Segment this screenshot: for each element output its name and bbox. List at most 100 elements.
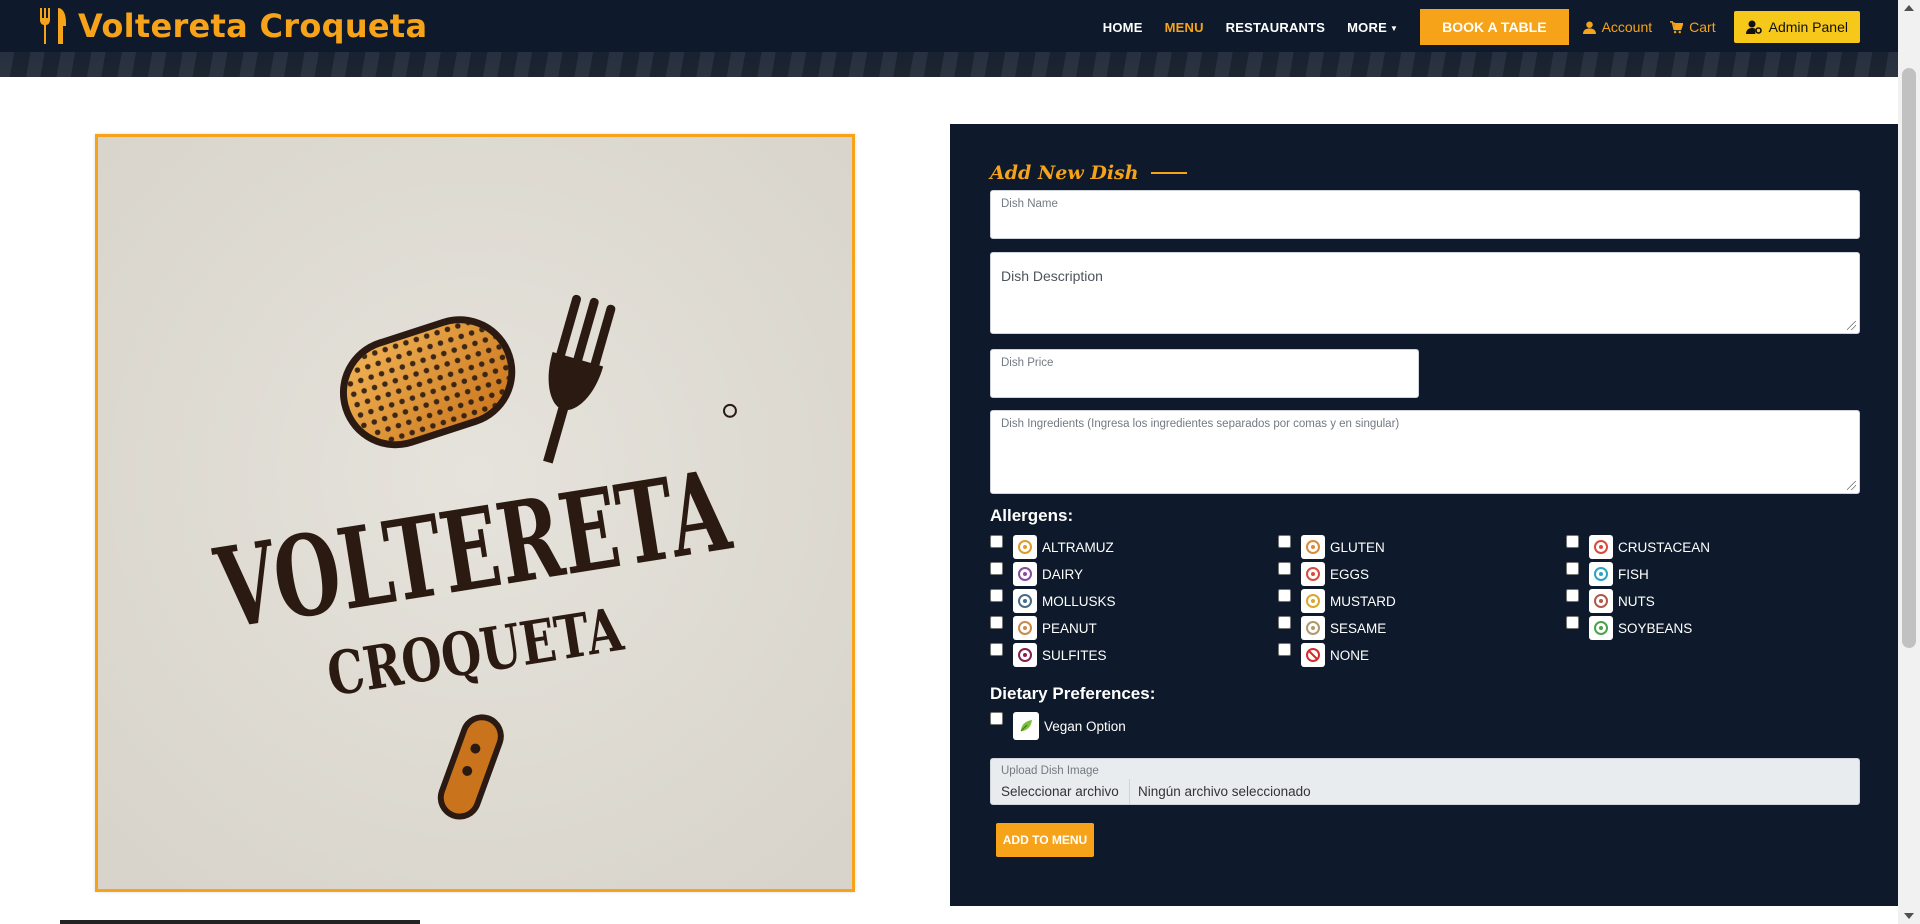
allergen-label: CRUSTACEAN [1618,539,1711,555]
add-dish-panel: Add New Dish Dish Name Dish Description … [950,124,1900,906]
allergen-label: GLUTEN [1330,539,1385,555]
allergen-label: MUSTARD [1330,593,1396,609]
allergen-dairy[interactable]: DAIRY [990,562,1083,586]
admin-panel-button[interactable]: Admin Panel [1733,11,1860,43]
allergen-soybeans[interactable]: SOYBEANS [1566,616,1692,640]
allergen-checkbox[interactable] [1566,535,1579,548]
dish-ingredients-input[interactable] [991,411,1859,493]
cart-link[interactable]: Cart [1670,19,1716,35]
allergen-altramuz[interactable]: ALTRAMUZ [990,535,1114,559]
fish-icon [1589,562,1613,586]
allergen-gluten[interactable]: GLUTEN [1278,535,1385,559]
allergen-checkbox[interactable] [1278,535,1291,548]
leaf-icon [1013,712,1039,740]
add-to-menu-button[interactable]: ADD TO MENU [996,823,1094,857]
nav-more[interactable]: MORE ▼ [1347,20,1398,35]
allergen-checkbox[interactable] [1278,616,1291,629]
allergen-crustacean[interactable]: CRUSTACEAN [1566,535,1710,559]
allergens-heading: Allergens: [990,506,1074,525]
allergen-checkbox[interactable] [1566,589,1579,602]
nav-links: HOME MENU RESTAURANTS MORE ▼ BOOK A TABLE… [1103,9,1860,45]
dish-description-field[interactable]: Dish Description [990,252,1860,334]
dish-ingredients-field[interactable]: Dish Ingredients (Ingresa los ingredient… [990,410,1860,494]
allergen-label: SULFITES [1042,647,1107,663]
allergen-label: FISH [1618,566,1649,582]
vegan-checkbox[interactable] [990,712,1003,725]
croqueta-logo: VOLTERETA CROQUETA [98,137,852,889]
allergen-fish[interactable]: FISH [1566,562,1649,586]
gluten-icon [1301,535,1325,559]
lupin-icon [1013,535,1037,559]
account-link[interactable]: Account [1582,19,1652,35]
dish-price-input[interactable] [991,350,1418,397]
dish-name-field[interactable]: Dish Name [990,190,1860,239]
allergen-checkbox[interactable] [1566,562,1579,575]
allergen-nuts[interactable]: NUTS [1566,589,1655,613]
dish-description-input[interactable] [991,253,1859,333]
caret-down-icon: ▼ [1389,23,1399,33]
allergen-label: EGGS [1330,566,1370,582]
dietary-heading: Dietary Preferences: [990,684,1156,703]
title-rule [1150,172,1187,174]
upload-label: Upload Dish Image [1001,765,1099,777]
user-icon [1582,20,1596,34]
upload-status: Ningún archivo seleccionado [1138,784,1311,799]
navbar: Voltereta Croqueta HOME MENU RESTAURANTS… [0,0,1898,77]
none-icon [1301,643,1325,667]
fork-knife-icon [40,8,66,44]
allergen-label: SOYBEANS [1618,620,1693,636]
dish-price-field[interactable]: Dish Price [990,349,1419,398]
allergen-none[interactable]: NONE [1278,643,1369,667]
nav-menu[interactable]: MENU [1165,20,1204,35]
nuts-icon [1589,589,1613,613]
allergen-mollusks[interactable]: MOLLUSKS [990,589,1116,613]
allergen-mustard[interactable]: MUSTARD [1278,589,1396,613]
upload-dish-image[interactable]: Upload Dish Image Seleccionar archivo Ni… [990,758,1860,805]
dish-name-input[interactable] [991,191,1859,238]
user-gear-icon [1745,20,1762,34]
page-scrollbar[interactable] [1898,0,1920,924]
nav-home[interactable]: HOME [1103,20,1143,35]
allergen-sesame[interactable]: SESAME [1278,616,1386,640]
scroll-up-icon[interactable] [1904,5,1914,11]
allergen-label: SESAME [1330,620,1387,636]
allergen-checkbox[interactable] [990,562,1003,575]
allergen-checkbox[interactable] [1278,643,1291,656]
allergen-label: ALTRAMUZ [1042,539,1114,555]
sesame-icon [1301,616,1325,640]
allergen-checkbox[interactable] [990,589,1003,602]
scroll-down-icon[interactable] [1904,913,1914,919]
brand[interactable]: Voltereta Croqueta [38,4,427,48]
allergen-checkbox[interactable] [990,643,1003,656]
allergen-label: PEANUT [1042,620,1097,636]
nav-more-label: MORE [1347,19,1387,35]
allergen-eggs[interactable]: EGGS [1278,562,1369,586]
nav-restaurants[interactable]: RESTAURANTS [1226,20,1325,35]
allergen-checkbox[interactable] [1278,562,1291,575]
taskbar-strip [60,920,420,924]
vegan-option[interactable]: Vegan Option [990,712,1126,740]
allergen-sulfites[interactable]: SULFITES [990,643,1107,667]
restaurant-logo-image: VOLTERETA CROQUETA [95,134,855,892]
allergen-label: DAIRY [1042,566,1084,582]
vegan-label: Vegan Option [1044,718,1126,734]
allergen-label: MOLLUSKS [1042,593,1116,609]
scroll-thumb[interactable] [1902,68,1916,648]
brand-name: Voltereta Croqueta [78,7,428,45]
allergen-label: NONE [1330,647,1370,663]
mustard-icon [1301,589,1325,613]
allergen-checkbox[interactable] [1278,589,1291,602]
allergen-peanut[interactable]: PEANUT [990,616,1097,640]
allergen-checkbox[interactable] [990,535,1003,548]
allergen-checkbox[interactable] [990,616,1003,629]
cart-label: Cart [1689,19,1716,35]
book-table-button[interactable]: BOOK A TABLE [1420,9,1569,45]
allergen-label: NUTS [1618,593,1655,609]
admin-panel-label: Admin Panel [1768,19,1848,35]
allergen-checkbox[interactable] [1566,616,1579,629]
choose-file-button[interactable]: Seleccionar archivo [991,779,1130,805]
resize-grip-icon[interactable] [1847,481,1856,490]
resize-grip-icon[interactable] [1847,321,1856,330]
soybeans-icon [1589,616,1613,640]
crustacean-icon [1589,535,1613,559]
